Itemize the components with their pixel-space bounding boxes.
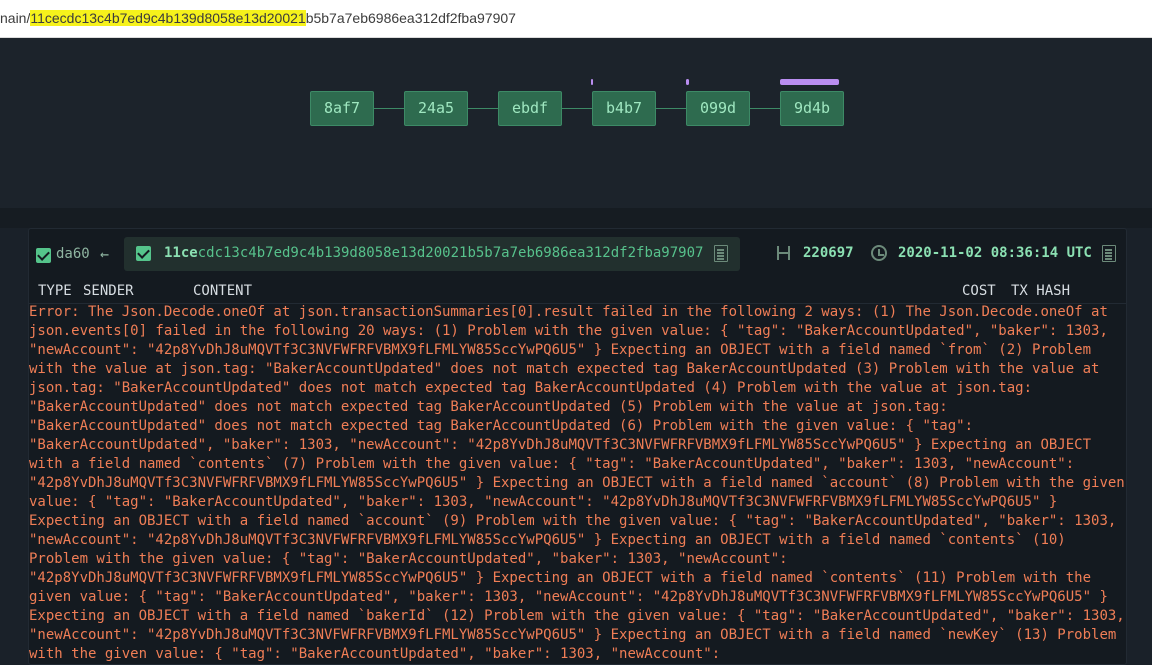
block-height-icon — [777, 246, 791, 260]
error-message: Error: The Json.Decode.oneOf at json.tra… — [29, 303, 1126, 664]
block-hash-box: 11cecdc13c4b7ed9c4b139d8058e13d20021b5b7… — [124, 237, 740, 271]
finalization-marker — [780, 79, 839, 85]
chain-block-selected[interactable]: 9d4b — [780, 91, 844, 126]
column-content: CONTENT — [193, 283, 253, 299]
chain-block[interactable]: 099d — [686, 91, 750, 126]
error-line: Problem with the given value: { "tag": "… — [29, 551, 788, 567]
error-line: Expecting an OBJECT with a field named `… — [29, 513, 1117, 529]
chain-block[interactable]: 24a5 — [404, 91, 468, 126]
chain-block[interactable]: 8af7 — [310, 91, 374, 126]
chain-link — [562, 108, 592, 109]
table-header: TYPE SENDER CONTENT COST TX HASH — [29, 283, 1126, 303]
error-line: value: { "tag": "BakerAccountUpdated", "… — [29, 494, 1058, 510]
column-cost: COST — [962, 283, 996, 299]
chain-link — [374, 108, 404, 109]
column-type: TYPE — [38, 283, 72, 299]
block-timestamp: 2020-11-02 08:36:14 UTC — [898, 245, 1092, 261]
error-line: Expecting an OBJECT with a field named `… — [29, 608, 1125, 624]
chain-link — [468, 108, 498, 109]
check-icon — [136, 246, 151, 261]
clock-icon — [871, 245, 887, 261]
column-tx-hash: TX HASH — [1011, 283, 1071, 299]
error-line: with the given value: { "tag": "BakerAcc… — [29, 646, 721, 662]
error-line: "newAccount": "42p8YvDhJ8uMQVTf3C3NVFWFR… — [29, 532, 1066, 548]
error-line: with a field named `contents` (7) Proble… — [29, 456, 1075, 472]
column-sender: SENDER — [83, 283, 134, 299]
finalization-marker — [686, 79, 689, 85]
error-line: "BakerAccountUpdated" does not match exp… — [29, 418, 974, 434]
error-line: "BakerAccountUpdated" does not match exp… — [29, 399, 948, 415]
block-height: 220697 — [803, 245, 854, 261]
url-prefix: nain/ — [0, 10, 31, 26]
error-line: "newAccount": "42p8YvDhJ8uMQVTf3C3NVFWFR… — [29, 342, 1092, 358]
block-hash-prefix: 11ce — [164, 245, 198, 261]
error-line: "42p8YvDhJ8uMQVTf3C3NVFWFRFVBMX9fLFMLYW8… — [29, 570, 1092, 586]
block-details-panel: da60 ← 11cecdc13c4b7ed9c4b139d8058e13d20… — [28, 228, 1127, 665]
check-icon — [36, 248, 51, 263]
error-line: given value: { "tag": "BakerAccountUpdat… — [29, 589, 1108, 605]
error-line: "42p8YvDhJ8uMQVTf3C3NVFWFRFVBMX9fLFMLYW8… — [29, 475, 1125, 491]
error-line: Error: The Json.Decode.oneOf at json.tra… — [29, 304, 1108, 320]
separator — [0, 208, 1152, 228]
arrow-left-icon: ← — [100, 245, 110, 263]
chain-view: 8af7 24a5 ebdf b4b7 099d 9d4b — [0, 38, 1152, 208]
parent-hash: da60 — [56, 246, 90, 262]
chain-block[interactable]: ebdf — [498, 91, 562, 126]
error-line: "BakerAccountUpdated", "baker": 1303, "n… — [29, 437, 1092, 453]
copy-icon[interactable] — [714, 245, 728, 262]
error-line: json.events[0] failed in the following 2… — [29, 323, 1108, 339]
chain-block[interactable]: b4b7 — [592, 91, 656, 126]
block-summary-row: da60 ← 11cecdc13c4b7ed9c4b139d8058e13d20… — [29, 229, 1126, 281]
url-highlighted: 11cecdc13c4b7ed9c4b139d8058e13d20021 — [30, 10, 306, 26]
copy-icon[interactable] — [1102, 245, 1116, 262]
chain-link — [750, 108, 780, 109]
error-line: "newAccount": "42p8YvDhJ8uMQVTf3C3NVFWFR… — [29, 627, 1117, 643]
error-line: with the value at json.tag: "BakerAccoun… — [29, 361, 1100, 377]
url-text[interactable]: nain/11cecdc13c4b7ed9c4b139d8058e13d2002… — [0, 10, 516, 26]
address-bar[interactable]: nain/11cecdc13c4b7ed9c4b139d8058e13d2002… — [0, 0, 1152, 38]
finalization-marker — [591, 79, 593, 85]
error-line: json.tag: "BakerAccountUpdated" does not… — [29, 380, 1033, 396]
block-hash-rest: cdc13c4b7ed9c4b139d8058e13d20021b5b7a7eb… — [197, 245, 704, 261]
chain-link — [656, 108, 686, 109]
url-rest: b5b7a7eb6986ea312df2fba97907 — [305, 10, 516, 26]
block-hash: 11cecdc13c4b7ed9c4b139d8058e13d20021b5b7… — [164, 245, 703, 261]
